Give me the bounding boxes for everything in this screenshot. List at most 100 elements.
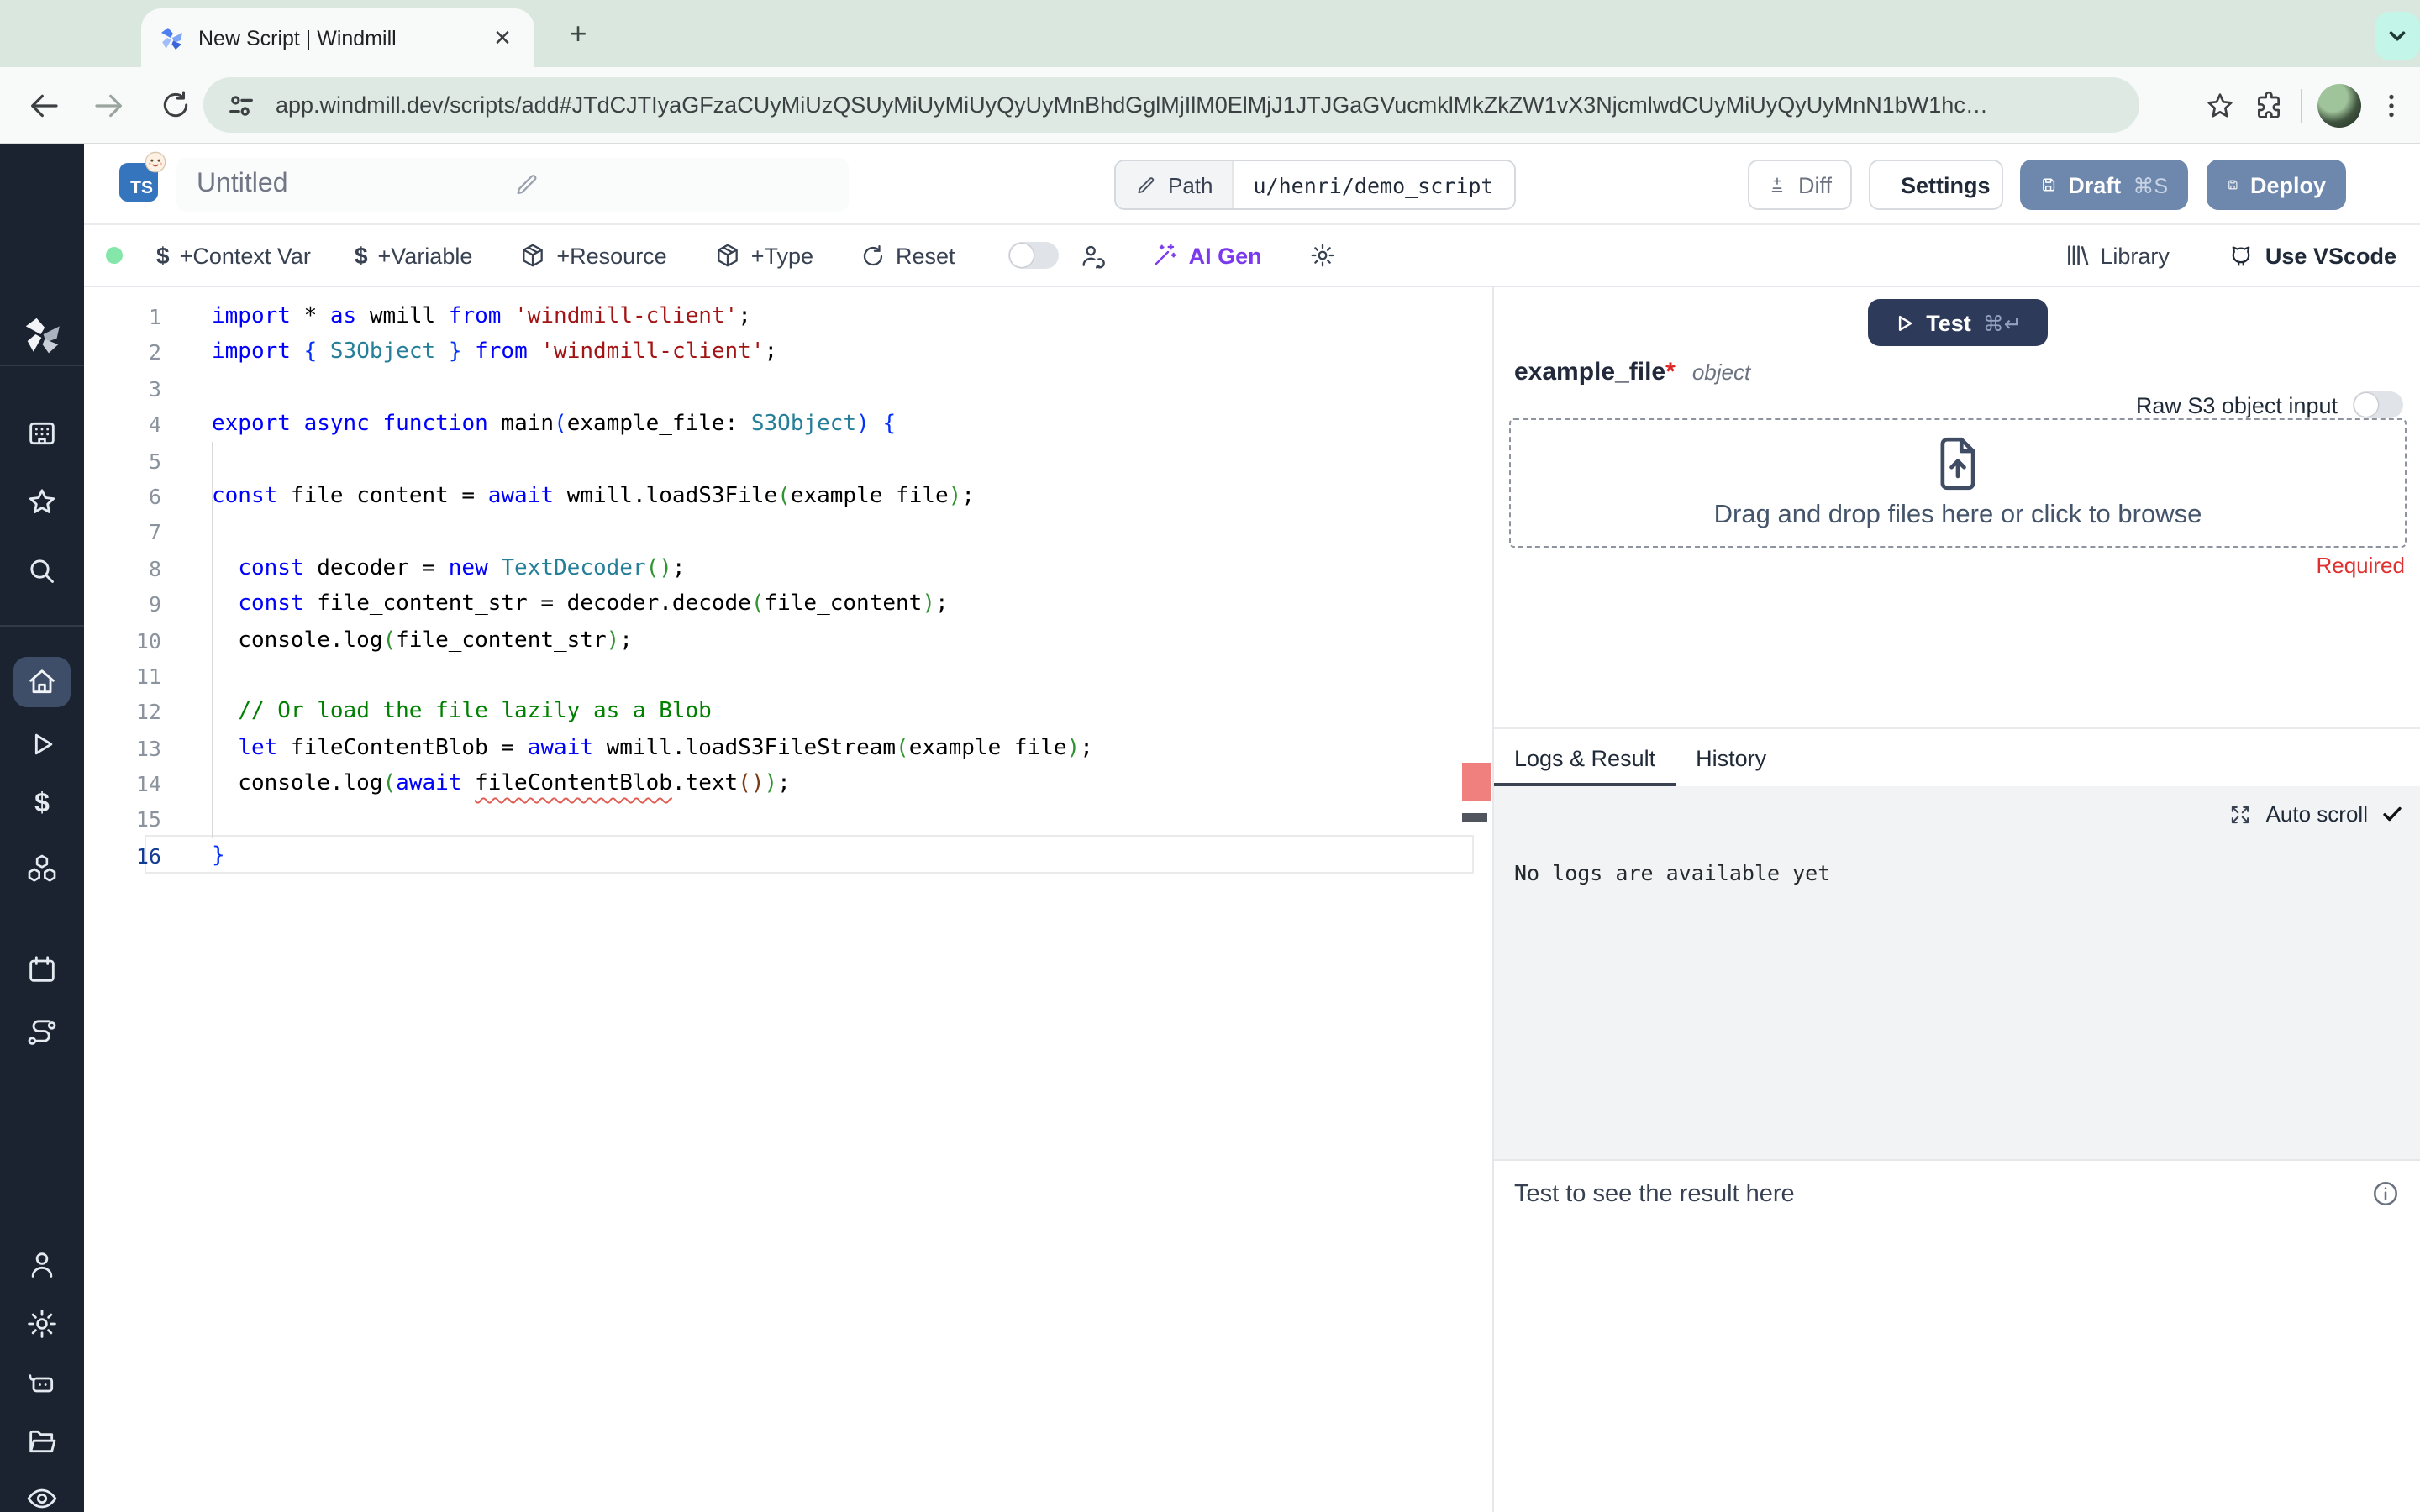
pencil-icon[interactable]	[513, 171, 829, 198]
line-number: 2	[148, 339, 161, 365]
tab-logs-result[interactable]: Logs & Result	[1494, 729, 1676, 786]
add-type-button[interactable]: +Type	[714, 242, 813, 269]
deploy-button[interactable]: Deploy	[2207, 160, 2346, 210]
eye-icon[interactable]	[0, 1482, 84, 1512]
sidebar: $	[0, 144, 84, 1512]
folder-icon[interactable]	[0, 1425, 84, 1458]
code-editor[interactable]: 1 import * as wmill from 'windmill-client…	[84, 287, 1492, 1512]
script-title-value: Untitled	[197, 170, 288, 198]
code-line[interactable]: 1 import * as wmill from 'windmill-client…	[84, 299, 1492, 335]
url-text: app.windmill.dev/scripts/add#JTdCJTIyaGF…	[276, 92, 1988, 118]
expand-icon	[2232, 805, 2249, 823]
line-number: 8	[148, 555, 161, 581]
dollar-icon: $	[156, 242, 170, 269]
code-line[interactable]: 13 let fileContentBlob = await wmill.loa…	[84, 730, 1492, 766]
save-icon	[2228, 180, 2238, 190]
gear-icon[interactable]	[1309, 242, 1336, 269]
back-icon[interactable]	[22, 83, 66, 127]
line-number: 4	[148, 412, 161, 438]
code-line[interactable]: 9 const file_content_str = decoder.decod…	[84, 586, 1492, 622]
code-line[interactable]: 16}	[84, 838, 1492, 874]
dollar-icon[interactable]: $	[0, 790, 84, 820]
diff-button[interactable]: Diff	[1748, 160, 1852, 210]
diff-mode-toggle[interactable]	[1008, 242, 1060, 269]
cubes-icon[interactable]	[0, 852, 84, 885]
code-line[interactable]: 10 console.log(file_content_str);	[84, 622, 1492, 659]
auto-scroll-control[interactable]: Auto scroll	[2229, 801, 2403, 827]
tab-history[interactable]: History	[1676, 729, 1786, 786]
library-button[interactable]: Library	[2063, 242, 2170, 269]
screen: New Script | Windmill ✕ + app.windmill.d…	[0, 0, 2420, 1512]
settings-button[interactable]: Settings	[1869, 160, 2003, 210]
no-logs-message: No logs are available yet	[1514, 860, 1831, 885]
gear-icon[interactable]	[0, 1307, 84, 1341]
file-upload-icon	[1940, 436, 1975, 490]
menu-dots-icon[interactable]	[2376, 90, 2407, 120]
route-icon[interactable]	[0, 1016, 84, 1050]
robot-icon[interactable]	[0, 1366, 84, 1399]
reload-icon[interactable]	[153, 83, 197, 127]
line-number: 15	[135, 806, 161, 832]
add-resource-label: +Resource	[556, 243, 667, 268]
info-icon[interactable]	[2371, 1179, 2400, 1208]
draft-label: Draft	[2068, 172, 2122, 197]
user-refresh-icon[interactable]	[1080, 241, 1108, 270]
result-area: Test to see the result here	[1494, 1159, 2420, 1512]
star-icon[interactable]	[0, 486, 84, 519]
draft-button[interactable]: Draft ⌘S	[2020, 160, 2188, 210]
code-line[interactable]: 14 console.log(await fileContentBlob.tex…	[84, 766, 1492, 802]
line-number: 11	[135, 663, 161, 689]
calendar-icon[interactable]	[0, 953, 84, 986]
add-variable-button[interactable]: $ +Variable	[355, 242, 472, 269]
use-vscode-button[interactable]: Use VScode	[2227, 241, 2396, 270]
tab-title: New Script | Windmill	[198, 26, 397, 50]
browser-tab[interactable]: New Script | Windmill ✕	[141, 8, 534, 67]
draft-shortcut: ⌘S	[2133, 174, 2168, 197]
new-tab-button[interactable]: +	[560, 15, 597, 52]
line-number: 10	[135, 627, 161, 654]
bookmark-star-icon[interactable]	[2203, 88, 2237, 122]
path-value: u/henri/demo_script	[1233, 161, 1514, 208]
code-line[interactable]: 7	[84, 515, 1492, 551]
raw-s3-toggle[interactable]	[2353, 391, 2403, 418]
line-number: 14	[135, 771, 161, 797]
ai-gen-button[interactable]: AI Gen	[1152, 242, 1262, 269]
reset-label: Reset	[896, 243, 955, 268]
user-icon[interactable]	[0, 1248, 84, 1282]
add-context-var-button[interactable]: $ +Context Var	[156, 242, 311, 269]
home-icon[interactable]	[0, 665, 84, 699]
add-type-label: +Type	[750, 243, 814, 268]
building-icon[interactable]	[0, 417, 84, 450]
path-button[interactable]: Path u/henri/demo_script	[1114, 160, 1516, 210]
tab-search-chevron-icon[interactable]	[2375, 12, 2420, 60]
search-icon[interactable]	[0, 554, 84, 588]
windmill-logo[interactable]	[0, 314, 84, 354]
code-line[interactable]: 5	[84, 443, 1492, 479]
forward-icon[interactable]	[87, 83, 131, 127]
add-resource-button[interactable]: +Resource	[519, 242, 667, 269]
raw-s3-label: Raw S3 object input	[2135, 392, 2338, 417]
reset-button[interactable]: Reset	[860, 243, 955, 268]
test-button[interactable]: Test ⌘↵	[1867, 299, 2047, 346]
url-bar[interactable]: app.windmill.dev/scripts/add#JTdCJTIyaGF…	[203, 77, 2139, 133]
code-line[interactable]: 8 const decoder = new TextDecoder();	[84, 550, 1492, 586]
tune-icon[interactable]	[227, 92, 255, 118]
line-number: 5	[148, 448, 161, 474]
test-panel: Test ⌘↵ example_file* object Raw S3 obje…	[1492, 287, 2420, 1512]
code-line[interactable]: 15	[84, 802, 1492, 838]
play-icon[interactable]	[0, 727, 84, 761]
close-tab-icon[interactable]: ✕	[487, 23, 518, 53]
deploy-label: Deploy	[2249, 172, 2326, 197]
code-line[interactable]: 2 import { S3Object } from 'windmill-clie…	[84, 335, 1492, 371]
extensions-icon[interactable]	[2252, 88, 2286, 122]
script-title-input[interactable]: Untitled	[176, 158, 849, 212]
logs-area: Auto scroll No logs are available yet	[1494, 786, 2420, 1159]
profile-avatar[interactable]	[2317, 83, 2361, 127]
script-header: TS Untitled Path u/henri/demo_script Dif…	[84, 144, 2420, 225]
file-dropzone[interactable]: Drag and drop files here or click to bro…	[1509, 418, 2407, 548]
code-line[interactable]: 12 // Or load the file lazily as a Blob	[84, 695, 1492, 731]
code-line[interactable]: 6 const file_content = await wmill.loadS3…	[84, 479, 1492, 515]
code-line[interactable]: 4 export async function main(example_file…	[84, 407, 1492, 443]
code-line[interactable]: 3	[84, 371, 1492, 407]
code-line[interactable]: 11	[84, 659, 1492, 695]
